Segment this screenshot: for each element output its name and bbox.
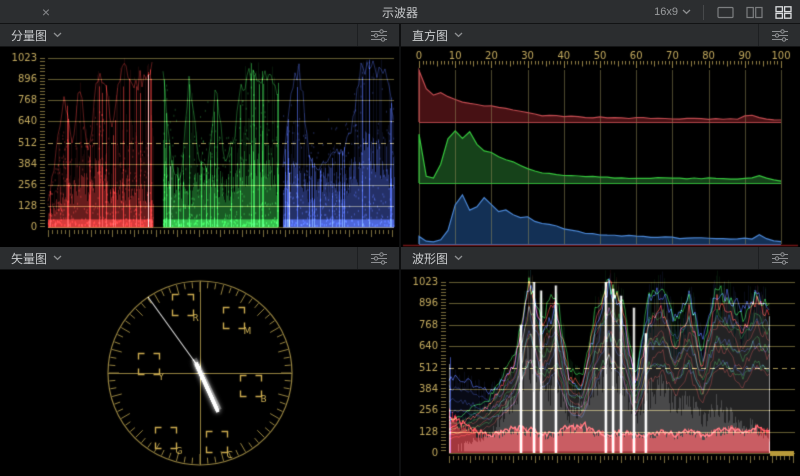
- sliders-icon: [371, 252, 387, 265]
- sliders-icon: [772, 252, 788, 265]
- parade-title: 分量图: [11, 27, 47, 44]
- titlebar-divider: [703, 5, 704, 20]
- parade-settings-button[interactable]: [358, 24, 399, 46]
- quad-view-icon: [775, 6, 792, 19]
- waveform-title-dropdown[interactable]: 波形图: [412, 250, 463, 267]
- parade-header: 分量图: [0, 24, 399, 47]
- histogram-canvas: [401, 47, 800, 247]
- histogram-title-dropdown[interactable]: 直方图: [412, 27, 463, 44]
- titlebar-controls: 16x9: [652, 0, 794, 24]
- close-button[interactable]: ×: [36, 0, 56, 24]
- chevron-down-icon: [682, 9, 691, 15]
- histogram-header: 直方图: [401, 24, 800, 47]
- window-title: 示波器: [382, 0, 418, 24]
- sliders-icon: [371, 29, 387, 42]
- vectorscope-header: 矢量图: [0, 247, 399, 270]
- chevron-down-icon: [454, 32, 463, 38]
- panel-histogram: 直方图: [401, 24, 800, 247]
- aspect-ratio-dropdown[interactable]: 16x9: [652, 4, 693, 20]
- parade-title-dropdown[interactable]: 分量图: [11, 27, 62, 44]
- waveform-canvas: [401, 270, 800, 476]
- chevron-down-icon: [53, 32, 62, 38]
- titlebar: × 示波器 16x9: [0, 0, 800, 24]
- dual-view-icon: [746, 6, 763, 19]
- aspect-ratio-value: 16x9: [654, 6, 678, 18]
- vectorscope-title: 矢量图: [11, 250, 47, 267]
- vectorscope-canvas: [0, 270, 399, 476]
- close-icon: ×: [42, 5, 50, 19]
- waveform-settings-button[interactable]: [759, 247, 800, 269]
- waveform-header: 波形图: [401, 247, 800, 270]
- panel-vectorscope: 矢量图: [0, 247, 399, 476]
- scopes-window: × 示波器 16x9: [0, 0, 800, 476]
- single-view-icon: [717, 6, 734, 19]
- waveform-title: 波形图: [412, 250, 448, 267]
- dual-view-button[interactable]: [743, 2, 765, 22]
- histogram-title: 直方图: [412, 27, 448, 44]
- parade-canvas: [0, 47, 399, 247]
- histogram-settings-button[interactable]: [759, 24, 800, 46]
- sliders-icon: [772, 29, 788, 42]
- quad-view-button[interactable]: [772, 2, 794, 22]
- scopes-grid: 分量图 直方图: [0, 24, 800, 476]
- panel-parade: 分量图: [0, 24, 399, 247]
- vectorscope-title-dropdown[interactable]: 矢量图: [11, 250, 62, 267]
- chevron-down-icon: [454, 255, 463, 261]
- single-view-button[interactable]: [714, 2, 736, 22]
- chevron-down-icon: [53, 255, 62, 261]
- vectorscope-settings-button[interactable]: [358, 247, 399, 269]
- panel-waveform: 波形图: [401, 247, 800, 476]
